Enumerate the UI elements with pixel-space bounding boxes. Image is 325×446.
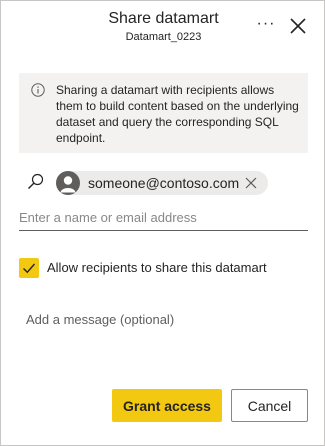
info-message-bar: Sharing a datamart with recipients allow… (19, 73, 308, 153)
recipient-chip[interactable]: someone@contoso.com (56, 171, 268, 195)
close-icon (290, 18, 306, 34)
allow-reshare-label[interactable]: Allow recipients to share this datamart (47, 260, 267, 275)
info-text: Sharing a datamart with recipients allow… (56, 83, 299, 145)
checkmark-icon (23, 263, 36, 274)
person-icon (60, 176, 76, 193)
cancel-button[interactable]: Cancel (231, 389, 308, 422)
dialog-header: Share datamart Datamart_0223 ··· (1, 1, 325, 53)
recipient-chip-label: someone@contoso.com (88, 175, 240, 191)
avatar (56, 171, 80, 195)
message-field[interactable] (19, 310, 308, 370)
info-icon (31, 83, 45, 97)
search-icon (28, 173, 44, 189)
share-datamart-dialog: Share datamart Datamart_0223 ··· Sharing… (0, 0, 325, 446)
remove-recipient-button[interactable] (244, 176, 258, 190)
grant-access-button[interactable]: Grant access (112, 389, 222, 422)
more-horizontal-icon: ··· (256, 15, 276, 32)
allow-reshare-checkbox[interactable] (19, 258, 39, 278)
close-button[interactable] (288, 16, 308, 36)
recipient-search-input[interactable] (19, 204, 308, 231)
more-options-button[interactable]: ··· (255, 13, 277, 35)
dismiss-icon (245, 177, 257, 189)
